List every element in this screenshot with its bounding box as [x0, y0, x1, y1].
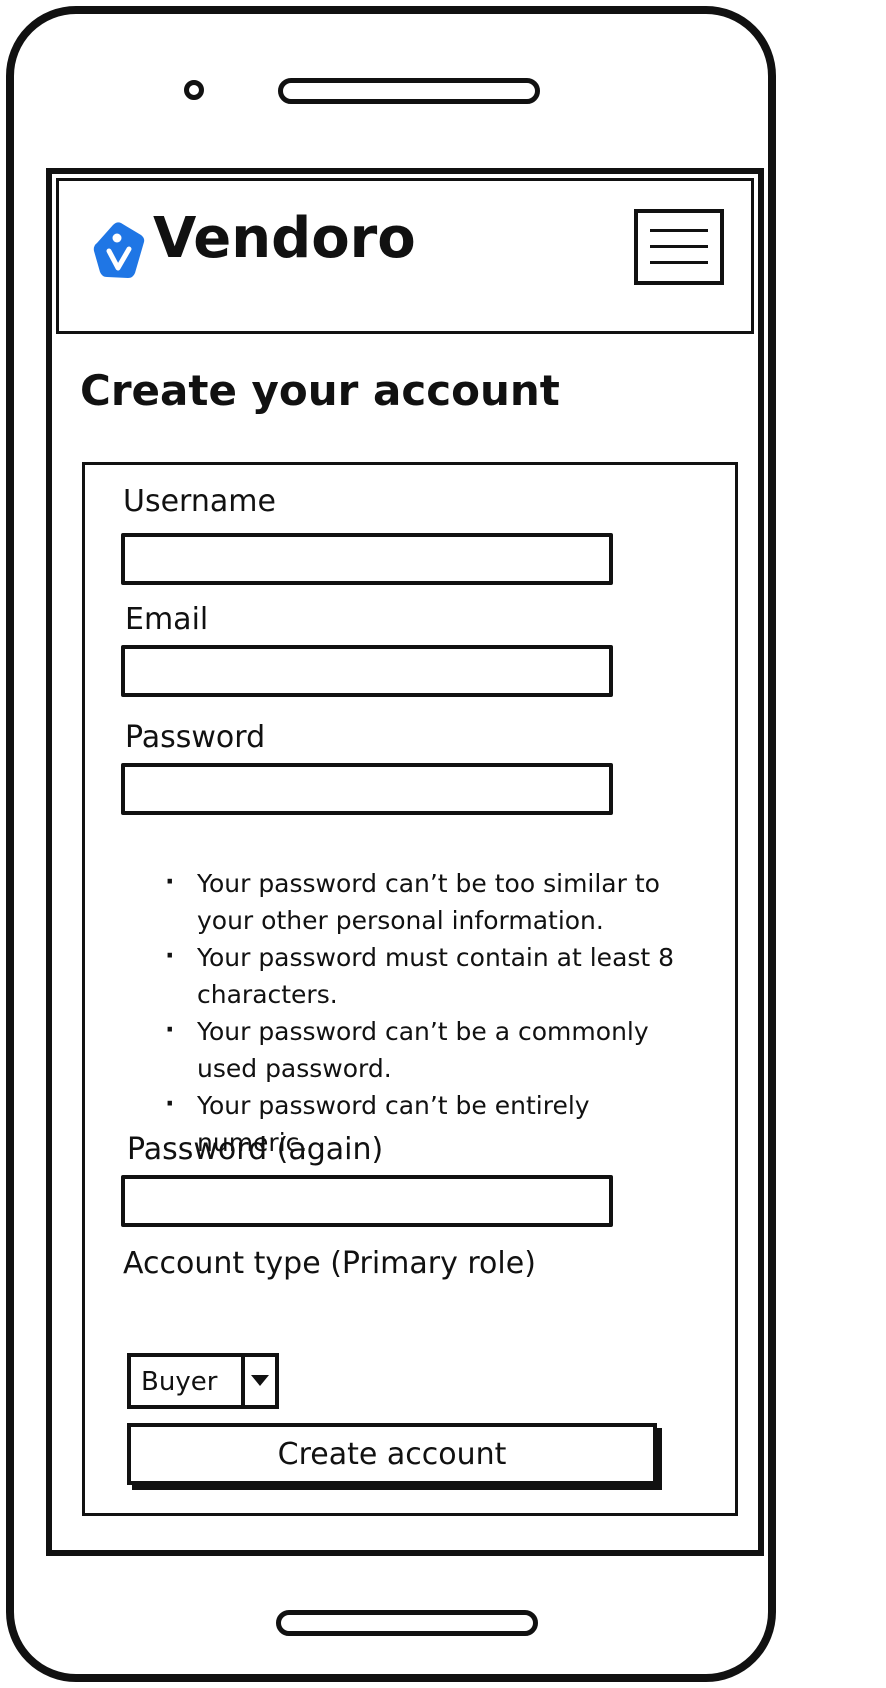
menu-button[interactable]	[634, 209, 724, 285]
list-item: Your password can’t be a commonly used p…	[161, 1011, 681, 1087]
account-type-value: Buyer	[141, 1367, 218, 1397]
speaker-icon	[276, 1610, 538, 1636]
account-type-select[interactable]: Buyer	[127, 1353, 279, 1409]
app-header: Vendoro	[56, 178, 754, 334]
username-label: Username	[123, 484, 276, 519]
email-label: Email	[125, 602, 209, 637]
password-again-label: Password (again)	[127, 1132, 384, 1167]
phone-frame: Vendoro Create your account Username Ema…	[6, 6, 776, 1682]
screen: Vendoro Create your account Username Ema…	[46, 168, 764, 1556]
password-help-list: Your password can’t be too similar to yo…	[161, 863, 681, 1161]
password-label: Password	[125, 720, 266, 755]
account-type-label: Account type (Primary role)	[123, 1246, 536, 1281]
list-item: Your password can’t be too similar to yo…	[161, 863, 681, 939]
password-again-input[interactable]	[121, 1175, 613, 1227]
create-account-button[interactable]: Create account	[127, 1423, 657, 1485]
page-title: Create your account	[80, 366, 560, 415]
email-input[interactable]	[121, 645, 613, 697]
speaker-icon	[278, 78, 540, 104]
password-input[interactable]	[121, 763, 613, 815]
brand-name[interactable]: Vendoro	[153, 211, 416, 267]
chevron-down-icon	[251, 1375, 269, 1386]
dropdown-toggle[interactable]	[241, 1357, 275, 1405]
tag-icon	[93, 222, 145, 278]
camera-icon	[184, 80, 204, 100]
signup-form: Username Email Password Your password ca…	[82, 462, 738, 1516]
list-item: Your password must contain at least 8 ch…	[161, 937, 681, 1013]
username-input[interactable]	[121, 533, 613, 585]
